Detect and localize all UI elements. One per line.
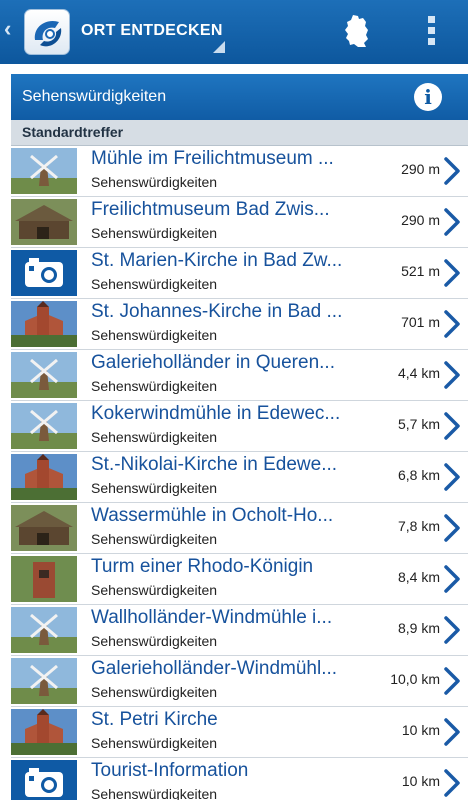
barn-thumbnail xyxy=(11,505,77,551)
church-thumbnail xyxy=(11,454,77,500)
list-item-distance: 290 m xyxy=(401,212,440,228)
poi-list: Mühle im Freilichtmuseum ... Sehenswürdi… xyxy=(11,146,468,800)
list-item-category: Sehenswürdigkeiten xyxy=(91,786,218,800)
list-item[interactable]: Turm einer Rhodo-Königin Sehenswürdigkei… xyxy=(11,554,468,605)
windmill-thumbnail xyxy=(11,607,77,653)
barn-thumbnail xyxy=(11,199,77,245)
list-item-distance: 290 m xyxy=(401,161,440,177)
chevron-right-icon xyxy=(444,565,460,593)
list-item-category: Sehenswürdigkeiten xyxy=(91,174,218,190)
list-item-category: Sehenswürdigkeiten xyxy=(91,327,218,343)
chevron-right-icon xyxy=(444,769,460,797)
list-item-category: Sehenswürdigkeiten xyxy=(91,225,218,241)
app-logo[interactable] xyxy=(24,9,70,55)
section-label: Standardtreffer xyxy=(22,124,124,140)
list-item[interactable]: Wassermühle in Ocholt-Ho... Sehenswürdig… xyxy=(11,503,468,554)
panel-title: Sehenswürdigkeiten xyxy=(22,88,167,105)
list-item-title: Mühle im Freilichtmuseum ... xyxy=(91,148,334,169)
list-item-distance: 521 m xyxy=(401,263,440,279)
list-item[interactable]: St. Petri Kirche Sehenswürdigkeiten 10 k… xyxy=(11,707,468,758)
list-item-category: Sehenswürdigkeiten xyxy=(91,276,218,292)
chevron-right-icon xyxy=(444,208,460,236)
chevron-right-icon xyxy=(444,616,460,644)
list-item-distance: 7,8 km xyxy=(397,518,440,534)
list-item-title: Galerieholländer-Windmühl... xyxy=(91,658,338,679)
list-item-title: St. Petri Kirche xyxy=(91,709,218,730)
list-item[interactable]: St. Marien-Kirche in Bad Zw... Sehenswür… xyxy=(11,248,468,299)
list-item-distance: 10 km xyxy=(401,722,440,738)
list-item-distance: 10,0 km xyxy=(390,671,440,687)
back-chevron-icon[interactable]: ‹ xyxy=(4,16,11,42)
list-item-distance: 8,9 km xyxy=(397,620,440,636)
chevron-right-icon xyxy=(444,718,460,746)
list-item-title: Turm einer Rhodo-Königin xyxy=(91,556,314,577)
chevron-right-icon xyxy=(444,157,460,185)
list-item-category: Sehenswürdigkeiten xyxy=(91,735,218,751)
list-item-title: Kokerwindmühle in Edewec... xyxy=(91,403,341,424)
list-item-title: Freilichtmuseum Bad Zwis... xyxy=(91,199,330,220)
list-item-distance: 5,7 km xyxy=(397,416,440,432)
camera-thumbnail xyxy=(11,760,77,800)
list-item-category: Sehenswürdigkeiten xyxy=(91,582,218,598)
chevron-right-icon xyxy=(444,514,460,542)
windmill-thumbnail xyxy=(11,148,77,194)
list-item-title: Tourist-Information xyxy=(91,760,249,781)
windmill-thumbnail xyxy=(11,658,77,704)
list-item[interactable]: Wallholländer-Windmühle i... Sehenswürdi… xyxy=(11,605,468,656)
chevron-right-icon xyxy=(444,310,460,338)
list-item-distance: 6,8 km xyxy=(397,467,440,483)
top-app-bar: ‹ ORT ENTDECKEN xyxy=(0,0,468,64)
list-item-title: Galerieholländer in Queren... xyxy=(91,352,335,373)
list-item-distance: 10 km xyxy=(401,773,440,789)
list-item[interactable]: Freilichtmuseum Bad Zwis... Sehenswürdig… xyxy=(11,197,468,248)
chevron-right-icon xyxy=(444,463,460,491)
overflow-menu-icon[interactable] xyxy=(424,16,438,48)
list-item-title: St. Johannes-Kirche in Bad ... xyxy=(91,301,343,322)
list-item-title: Wallholländer-Windmühle i... xyxy=(91,607,333,628)
chevron-right-icon xyxy=(444,361,460,389)
list-item[interactable]: Kokerwindmühle in Edewec... Sehenswürdig… xyxy=(11,401,468,452)
camera-thumbnail xyxy=(11,250,77,296)
list-item-category: Sehenswürdigkeiten xyxy=(91,378,218,394)
main-content: Sehenswürdigkeiten i Standardtreffer Müh… xyxy=(11,74,468,800)
chevron-right-icon xyxy=(444,412,460,440)
info-button[interactable]: i xyxy=(414,83,442,111)
list-item-distance: 4,4 km xyxy=(397,365,440,381)
church-thumbnail xyxy=(11,709,77,755)
list-item-title: St.-Nikolai-Kirche in Edewe... xyxy=(91,454,338,475)
panel-header: Sehenswürdigkeiten i xyxy=(11,74,468,120)
list-item[interactable]: St. Johannes-Kirche in Bad ... Sehenswür… xyxy=(11,299,468,350)
list-item-category: Sehenswürdigkeiten xyxy=(91,429,218,445)
list-item-category: Sehenswürdigkeiten xyxy=(91,480,218,496)
list-item-category: Sehenswürdigkeiten xyxy=(91,684,218,700)
list-item[interactable]: Galerieholländer in Queren... Sehenswürd… xyxy=(11,350,468,401)
list-item[interactable]: Mühle im Freilichtmuseum ... Sehenswürdi… xyxy=(11,146,468,197)
section-header: Standardtreffer xyxy=(11,120,468,146)
list-item[interactable]: Galerieholländer-Windmühl... Sehenswürdi… xyxy=(11,656,468,707)
windmill-thumbnail xyxy=(11,403,77,449)
list-item-category: Sehenswürdigkeiten xyxy=(91,633,218,649)
list-item-title: St. Marien-Kirche in Bad Zw... xyxy=(91,250,343,271)
windmill-thumbnail xyxy=(11,352,77,398)
list-item-category: Sehenswürdigkeiten xyxy=(91,531,218,547)
chevron-right-icon xyxy=(444,259,460,287)
church-thumbnail xyxy=(11,301,77,347)
germany-map-icon[interactable] xyxy=(344,14,370,48)
chevron-right-icon xyxy=(444,667,460,695)
list-item[interactable]: Tourist-Information Sehenswürdigkeiten 1… xyxy=(11,758,468,800)
dropdown-indicator-icon[interactable] xyxy=(213,41,225,53)
list-item-title: Wassermühle in Ocholt-Ho... xyxy=(91,505,334,526)
app-title[interactable]: ORT ENTDECKEN xyxy=(81,22,223,40)
list-item-distance: 8,4 km xyxy=(397,569,440,585)
tower-thumbnail xyxy=(11,556,77,602)
list-item[interactable]: St.-Nikolai-Kirche in Edewe... Sehenswür… xyxy=(11,452,468,503)
list-item-distance: 701 m xyxy=(401,314,440,330)
